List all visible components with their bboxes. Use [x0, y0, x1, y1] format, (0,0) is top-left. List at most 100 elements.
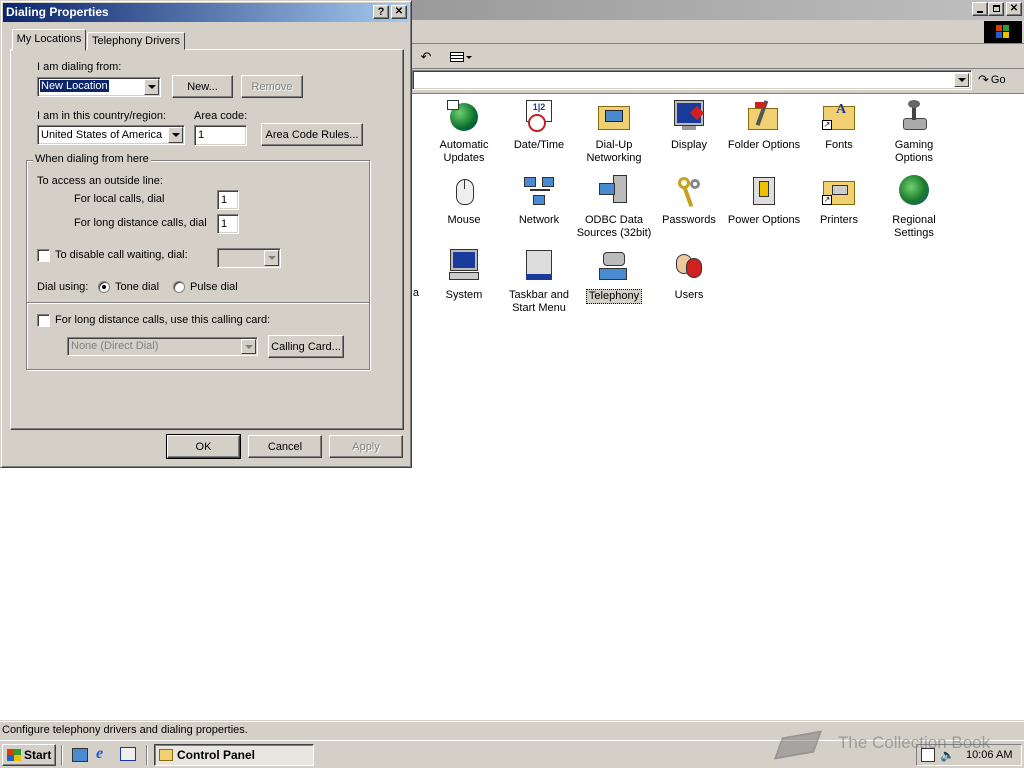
fonts-item[interactable]: A ↗ Fonts — [801, 100, 877, 152]
users-label: Users — [674, 289, 704, 301]
help-icon: ? — [377, 6, 385, 18]
folder-options-item[interactable]: Folder Options — [726, 100, 802, 152]
start-button[interactable]: Start — [2, 744, 56, 766]
area-code-input[interactable]: 1 — [194, 125, 247, 146]
cancel-button[interactable]: Cancel — [248, 435, 322, 458]
area-code-rules-button[interactable]: Area Code Rules... — [261, 123, 363, 146]
local-calls-input[interactable]: 1 — [217, 190, 239, 210]
folder-network-icon — [597, 100, 631, 134]
fonts-folder-icon: A ↗ — [822, 100, 856, 134]
calling-card-button[interactable]: Calling Card... — [268, 335, 344, 358]
dialog-title: Dialing Properties — [6, 5, 109, 19]
passwords-label: Passwords — [662, 214, 716, 226]
task-control-panel-button[interactable]: Control Panel — [154, 744, 314, 766]
date-time-label: Date/Time — [513, 139, 565, 151]
passwords-item[interactable]: Passwords — [651, 175, 727, 227]
address-input[interactable] — [412, 70, 972, 90]
help-button[interactable]: ? — [373, 5, 389, 19]
go-button[interactable]: ↷ Go — [978, 71, 1020, 89]
monitor-icon — [672, 100, 706, 134]
mouse-item[interactable]: Mouse — [426, 175, 502, 227]
outlook-express-icon[interactable] — [120, 747, 136, 761]
network-icon — [522, 175, 556, 209]
tab-my-locations[interactable]: My Locations — [12, 29, 86, 51]
go-label: Go — [990, 74, 1006, 86]
internet-explorer-icon[interactable]: e — [96, 746, 112, 762]
group-title: When dialing from here — [33, 153, 151, 165]
dialing-from-combo[interactable]: New Location — [37, 77, 161, 97]
telephony-icon — [597, 250, 631, 284]
telephony-label: Telephony — [585, 289, 643, 304]
address-dropdown-button[interactable] — [954, 72, 970, 88]
power-options-item[interactable]: Power Options — [726, 175, 802, 227]
joystick-icon — [897, 100, 931, 134]
chevron-down-icon[interactable] — [144, 79, 159, 95]
pulse-dial-label: Pulse dial — [190, 281, 238, 293]
taskbar-start-menu-item[interactable]: Taskbar and Start Menu — [501, 250, 577, 315]
users-item[interactable]: Users — [651, 250, 727, 302]
dial-up-networking-label: Dial-Up Networking — [586, 139, 642, 164]
close-icon: ✕ — [1009, 3, 1019, 14]
computer-icon — [447, 250, 481, 284]
dialing-properties-dialog: Dialing Properties ? ✕ My Locations Tele… — [0, 0, 412, 468]
network-label: Network — [518, 214, 560, 226]
network-item[interactable]: Network — [501, 175, 577, 227]
window-close-button[interactable]: ✕ — [1006, 2, 1022, 16]
new-location-button[interactable]: New... — [172, 75, 233, 98]
taskbar-start-menu-label: Taskbar and Start Menu — [509, 289, 569, 314]
chevron-down-icon — [264, 250, 279, 266]
pulse-dial-radio[interactable] — [173, 281, 185, 293]
taskbar-separator-2 — [146, 745, 148, 765]
control-panel-icon — [159, 749, 173, 761]
dialog-close-button[interactable]: ✕ — [391, 5, 407, 19]
tab-telephony-drivers[interactable]: Telephony Drivers — [87, 32, 185, 50]
system-item[interactable]: System — [426, 250, 502, 302]
long-distance-label: For long distance calls, dial — [74, 217, 207, 229]
watermark-text: The Collection Book — [838, 733, 991, 752]
undo-icon[interactable]: ↶ — [418, 49, 434, 65]
calling-card-combo[interactable]: None (Direct Dial) — [67, 337, 258, 356]
odbc-label: ODBC Data Sources (32bit) — [576, 214, 652, 239]
calling-card-label: For long distance calls, use this callin… — [55, 314, 271, 326]
toolbar — [412, 45, 1024, 69]
restore-button[interactable] — [988, 2, 1004, 16]
power-icon — [747, 175, 781, 209]
chevron-down-icon — [241, 339, 256, 354]
regional-settings-item[interactable]: Regional Settings — [876, 175, 952, 240]
automatic-updates-label: Automatic Updates — [439, 139, 489, 164]
fonts-label: Fonts — [825, 139, 853, 151]
automatic-updates-item[interactable]: Automatic Updates — [426, 100, 502, 165]
dial-up-networking-item[interactable]: Dial-Up Networking — [576, 100, 652, 165]
users-icon — [672, 250, 706, 284]
dialog-titlebar[interactable]: Dialing Properties ? ✕ — [3, 3, 409, 22]
dial-using-label: Dial using: — [37, 281, 89, 293]
display-label: Display — [670, 139, 708, 151]
show-desktop-icon[interactable] — [72, 748, 88, 762]
printers-label: Printers — [820, 214, 858, 226]
minimize-button[interactable] — [972, 2, 988, 16]
outside-line-label: To access an outside line: — [37, 175, 163, 187]
chevron-down-icon[interactable] — [168, 127, 183, 143]
tone-dial-radio[interactable] — [98, 281, 110, 293]
system-label: System — [445, 289, 483, 301]
call-waiting-combo[interactable] — [217, 248, 281, 268]
windows-flag-icon — [7, 749, 21, 761]
ok-button[interactable]: OK — [166, 434, 241, 459]
gaming-options-item[interactable]: Gaming Options — [876, 100, 952, 165]
telephony-item[interactable]: Telephony — [576, 250, 652, 304]
country-combo[interactable]: United States of America — [37, 125, 185, 145]
display-item[interactable]: Display — [651, 100, 727, 152]
calling-card-checkbox[interactable] — [37, 314, 50, 327]
call-waiting-checkbox[interactable] — [37, 249, 50, 262]
folder-options-label: Folder Options — [727, 139, 801, 151]
database-computer-icon — [597, 175, 631, 209]
dialing-from-label: I am dialing from: — [37, 61, 122, 73]
printers-item[interactable]: ↗ Printers — [801, 175, 877, 227]
views-icon[interactable] — [448, 49, 472, 65]
apply-button[interactable]: Apply — [329, 435, 403, 458]
local-calls-label: For local calls, dial — [74, 193, 165, 205]
remove-location-button[interactable]: Remove — [241, 75, 303, 98]
date-time-item[interactable]: 1|2 Date/Time — [501, 100, 577, 152]
odbc-item[interactable]: ODBC Data Sources (32bit) — [576, 175, 652, 240]
long-distance-input[interactable]: 1 — [217, 214, 239, 234]
